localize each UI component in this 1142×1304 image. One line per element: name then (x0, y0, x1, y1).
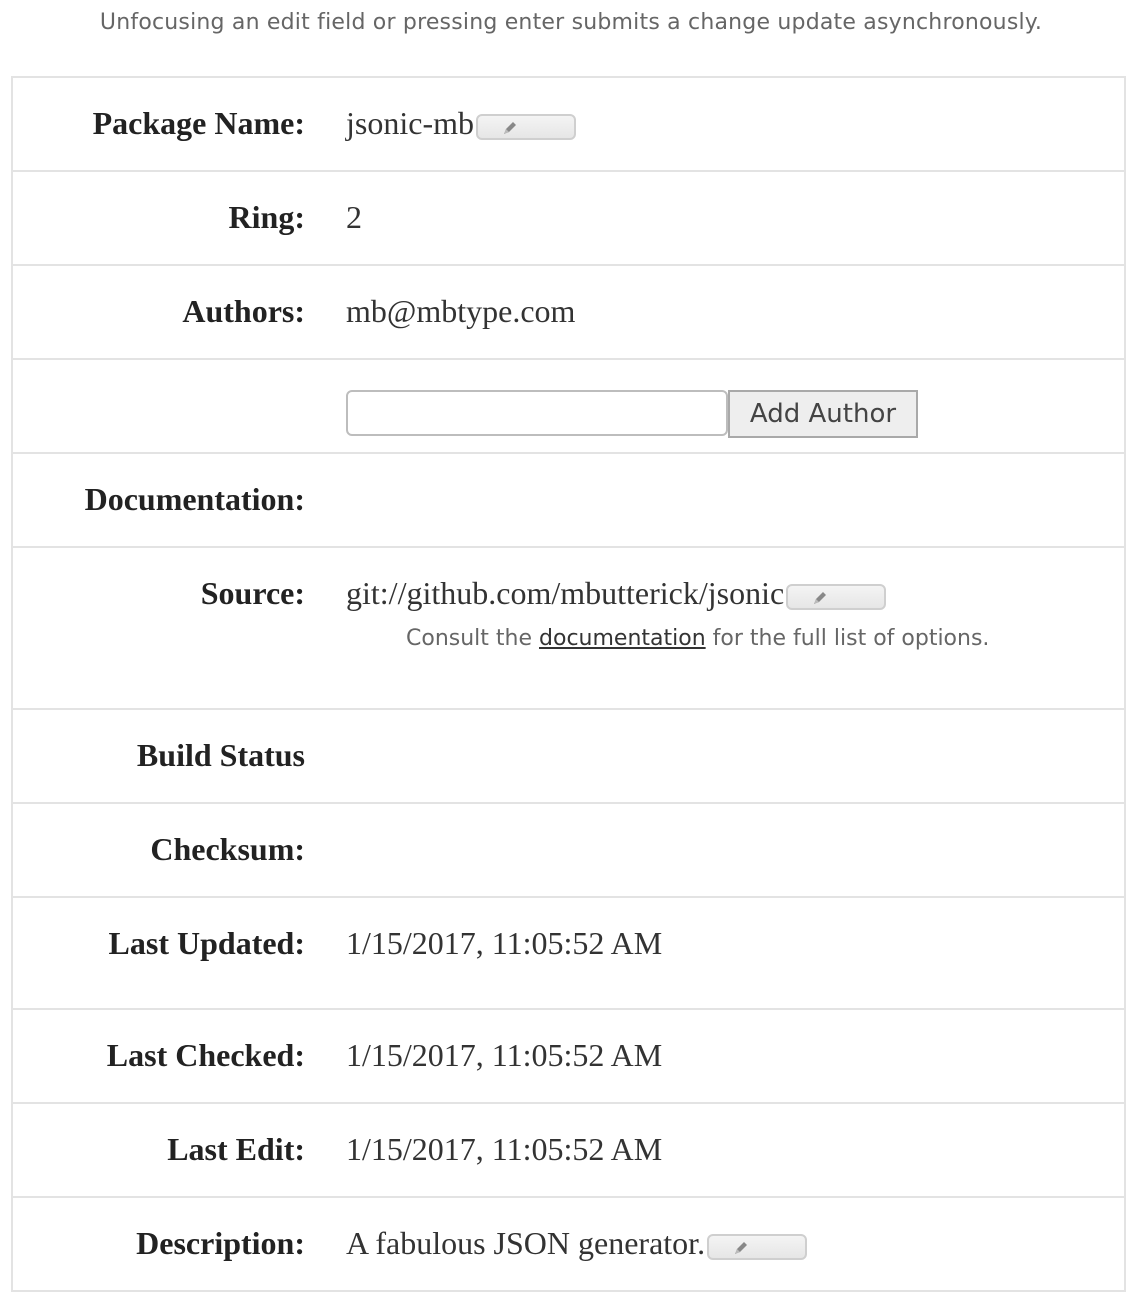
row-checksum: Checksum: (13, 804, 1124, 898)
checksum-label: Checksum: (150, 831, 305, 867)
ring-label: Ring: (228, 199, 305, 235)
source-hint: Consult the documentation for the full l… (406, 626, 989, 651)
package-details-table: Package Name: jsonic-mb Ring: 2 Authors:… (11, 76, 1126, 1292)
build-status-label: Build Status (136, 737, 305, 773)
last-edit-label: Last Edit: (167, 1131, 305, 1167)
source-label: Source: (200, 575, 305, 611)
author-entry: mb@mbtype.com (346, 293, 576, 329)
package-name-text: jsonic-mb (346, 105, 474, 141)
pencil-icon (735, 1241, 748, 1254)
ring-value: 2 (346, 199, 362, 235)
row-last-updated: Last Updated: 1/15/2017, 11:05:52 AM (13, 898, 1124, 1010)
add-author-input[interactable] (346, 390, 728, 436)
row-package-name: Package Name: jsonic-mb (13, 78, 1124, 172)
source-hint-suffix: for the full list of options. (712, 626, 990, 651)
row-add-author: Add Author (13, 360, 1124, 454)
description-label: Description: (136, 1225, 305, 1261)
async-update-notice: Unfocusing an edit field or pressing ent… (99, 10, 1043, 35)
last-edit-value: 1/15/2017, 11:05:52 AM (346, 1131, 663, 1167)
source-hint-prefix: Consult the (406, 626, 533, 651)
last-updated-value: 1/15/2017, 11:05:52 AM (346, 925, 663, 961)
last-updated-label: Last Updated: (108, 925, 305, 961)
row-last-edit: Last Edit: 1/15/2017, 11:05:52 AM (13, 1104, 1124, 1198)
documentation-link[interactable]: documentation (539, 626, 706, 651)
row-source: Source: git://github.com/mbutterick/json… (13, 548, 1124, 710)
edit-description-button[interactable] (707, 1233, 808, 1260)
source-url-text: git://github.com/mbutterick/jsonic (346, 575, 785, 611)
pencil-icon (503, 121, 516, 134)
edit-source-button[interactable] (786, 583, 887, 610)
pencil-icon (814, 591, 827, 604)
add-author-button[interactable]: Add Author (728, 390, 918, 438)
row-ring: Ring: 2 (13, 172, 1124, 266)
row-description: Description: A fabulous JSON generator. (13, 1198, 1124, 1292)
row-last-checked: Last Checked: 1/15/2017, 11:05:52 AM (13, 1010, 1124, 1104)
package-name-label: Package Name: (92, 105, 305, 141)
description-value: A fabulous JSON generator. (346, 1225, 808, 1262)
description-text: A fabulous JSON generator. (346, 1225, 706, 1261)
edit-package-name-button[interactable] (475, 113, 576, 140)
authors-label: Authors: (182, 293, 305, 329)
last-checked-label: Last Checked: (106, 1037, 305, 1073)
row-build-status: Build Status (13, 710, 1124, 804)
row-authors: Authors: mb@mbtype.com (13, 266, 1124, 360)
package-name-value: jsonic-mb (346, 105, 576, 142)
source-value: git://github.com/mbutterick/jsonic (346, 575, 887, 612)
documentation-label: Documentation: (84, 481, 305, 517)
row-documentation: Documentation: (13, 454, 1124, 548)
last-checked-value: 1/15/2017, 11:05:52 AM (346, 1037, 663, 1073)
